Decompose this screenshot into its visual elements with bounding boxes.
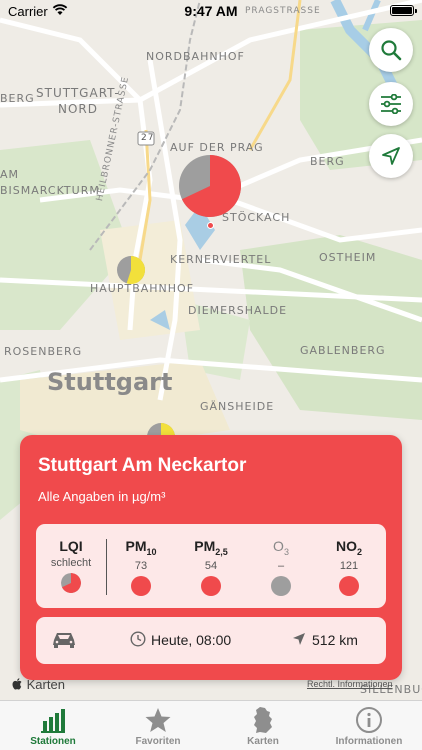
station-title: Stuttgart Am Neckartor — [38, 455, 247, 476]
sliders-icon — [381, 94, 401, 114]
info-icon — [356, 707, 382, 733]
map-label-city: Stuttgart — [47, 368, 173, 396]
o3-metric: O3 – — [251, 538, 311, 596]
no2-subscript: 2 — [356, 546, 362, 557]
pm25-label: PM — [194, 538, 216, 554]
apple-maps-logo: Karten — [12, 677, 65, 692]
no2-value: 121 — [339, 559, 359, 572]
tab-karten[interactable]: Karten — [210, 701, 316, 750]
location-arrow-icon — [382, 147, 400, 165]
clock-icon — [130, 631, 146, 647]
map-label-district: ROSENBERG — [4, 345, 83, 358]
search-icon — [381, 40, 402, 61]
pm25-indicator — [201, 575, 221, 596]
map-label-district: BERG — [310, 155, 345, 168]
tab-label: Informationen — [335, 736, 403, 747]
station-info-row[interactable]: Heute, 08:00 512 km — [36, 617, 386, 664]
station-location-pin — [207, 222, 214, 229]
map-label-district: GABLENBERG — [300, 344, 386, 357]
lqi-label: LQI — [59, 538, 83, 554]
panel-divider — [106, 539, 107, 595]
distance-arrow-icon — [293, 633, 305, 645]
map-label-district: GÄNSHEIDE — [200, 400, 275, 413]
station-card[interactable]: Stuttgart Am Neckartor Alle Angaben in µ… — [20, 435, 402, 680]
apple-logo-icon — [12, 678, 22, 690]
units-note: Alle Angaben in µg/m³ — [38, 489, 166, 504]
no2-metric: NO2 121 — [319, 538, 379, 596]
map-label-district: AUF DER PRAG — [170, 141, 264, 154]
clock: 9:47 AM — [184, 3, 238, 19]
tab-informationen[interactable]: Informationen — [316, 701, 422, 750]
o3-label: O — [273, 538, 284, 554]
tab-label: Karten — [247, 736, 279, 747]
car-icon — [53, 633, 75, 648]
apple-maps-label: Karten — [26, 677, 65, 692]
battery-icon — [390, 5, 417, 16]
map-label-district: BERG — [0, 92, 35, 105]
map-label-district: AM — [0, 168, 20, 181]
tab-label: Favoriten — [135, 736, 181, 747]
pm10-label: PM — [125, 538, 147, 554]
pm10-value: 73 — [134, 559, 148, 572]
o3-value: – — [277, 559, 285, 572]
tab-favoriten[interactable]: Favoriten — [105, 701, 211, 750]
locate-me-button[interactable] — [369, 134, 413, 178]
legal-info-link[interactable]: Rechtl. Informationen — [307, 679, 393, 689]
map-label-district: DIEMERSHALDE — [188, 304, 288, 317]
pm10-subscript: 10 — [146, 546, 157, 557]
germany-map-icon — [254, 707, 272, 733]
pm10-indicator — [131, 575, 151, 596]
pm25-metric: PM2,5 54 — [181, 538, 241, 596]
bar-chart-icon — [41, 709, 65, 733]
tab-stationen[interactable]: Stationen — [0, 701, 106, 750]
map-label-district: NORD — [58, 102, 98, 116]
station-marker-hauptbahnhof[interactable] — [116, 255, 146, 285]
station-marker-neckartor[interactable] — [178, 154, 242, 218]
status-bar: Carrier 9:47 AM — [0, 0, 422, 24]
tab-bar: Stationen Favoriten Karten Informationen — [0, 700, 422, 750]
measurement-time: Heute, 08:00 — [151, 632, 232, 648]
pollutant-panel: LQI schlecht PM10 73 PM2,5 54 O3 – NO2 1… — [36, 524, 386, 608]
star-icon — [145, 708, 171, 732]
no2-indicator — [339, 575, 359, 596]
lqi-value: schlecht — [50, 557, 92, 569]
map-label-district: BISMARCKTURM — [0, 184, 100, 197]
map-label-district: KERNERVIERTEL — [170, 253, 272, 266]
lqi-indicator — [61, 573, 81, 593]
tab-label: Stationen — [30, 736, 76, 747]
pm25-value: 54 — [204, 559, 218, 572]
road-shield-label: 27 — [141, 133, 155, 143]
o3-indicator — [271, 575, 291, 596]
pm25-subscript: 2,5 — [215, 546, 228, 557]
map-label-district: OSTHEIM — [319, 251, 377, 264]
search-button[interactable] — [369, 28, 413, 72]
filter-button[interactable] — [369, 82, 413, 126]
lqi-metric: LQI schlecht — [41, 538, 101, 593]
distance-value: 512 km — [312, 632, 358, 648]
map-label-district: NORDBAHNHOF — [146, 50, 245, 63]
map-label-district: STUTTGART- — [36, 86, 120, 100]
o3-subscript: 3 — [283, 546, 289, 557]
no2-label: NO — [335, 538, 357, 554]
pm10-metric: PM10 73 — [111, 538, 171, 596]
